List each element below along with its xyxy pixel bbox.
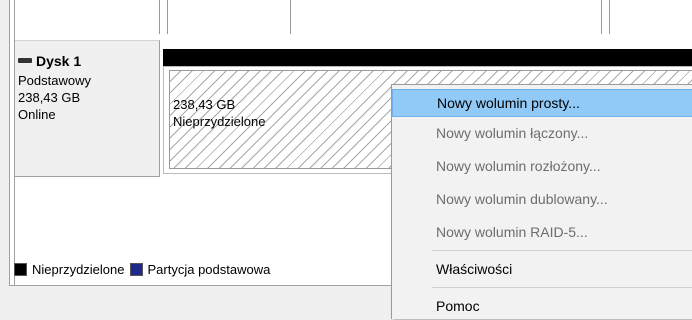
menu-item-new-raid5-volume[interactable]: Nowy wolumin RAID-5...	[392, 218, 692, 246]
legend-label-primary-partition: Partycja podstawowa	[147, 262, 271, 277]
menu-item-new-simple-volume[interactable]: Nowy wolumin prosty...	[392, 89, 692, 117]
column-divider	[601, 0, 602, 34]
column-divider	[159, 0, 160, 34]
pane-border	[9, 0, 10, 286]
column-divider	[609, 0, 610, 34]
disk-name: Dysk 1	[36, 53, 82, 69]
partition-label: Nieprzydzielone	[173, 114, 266, 129]
disk-size: 238,43 GB	[18, 90, 81, 105]
menu-separator	[432, 250, 692, 251]
column-divider	[290, 0, 291, 34]
disk-status: Online	[18, 107, 56, 122]
partition-header-bar	[163, 49, 692, 66]
menu-separator	[432, 287, 692, 288]
context-menu: Nowy wolumin prosty... Nowy wolumin łącz…	[391, 84, 692, 319]
legend: Nieprzydzielone Partycja podstawowa	[14, 262, 275, 277]
menu-item-new-striped-volume[interactable]: Nowy wolumin rozłożony...	[392, 152, 692, 180]
legend-label-unallocated: Nieprzydzielone	[32, 262, 125, 277]
column-divider	[167, 0, 168, 34]
disk-drive-icon	[18, 58, 32, 63]
legend-swatch-primary-partition	[129, 263, 143, 276]
menu-item-new-mirrored-volume[interactable]: Nowy wolumin dublowany...	[392, 185, 692, 213]
partition-size: 238,43 GB	[173, 97, 236, 112]
menu-item-properties[interactable]: Właściwości	[392, 255, 692, 283]
menu-item-new-spanned-volume[interactable]: Nowy wolumin łączony...	[392, 119, 692, 147]
legend-swatch-unallocated	[14, 263, 27, 276]
menu-item-help[interactable]: Pomoc	[392, 292, 692, 320]
disk-type: Podstawowy	[18, 73, 91, 88]
